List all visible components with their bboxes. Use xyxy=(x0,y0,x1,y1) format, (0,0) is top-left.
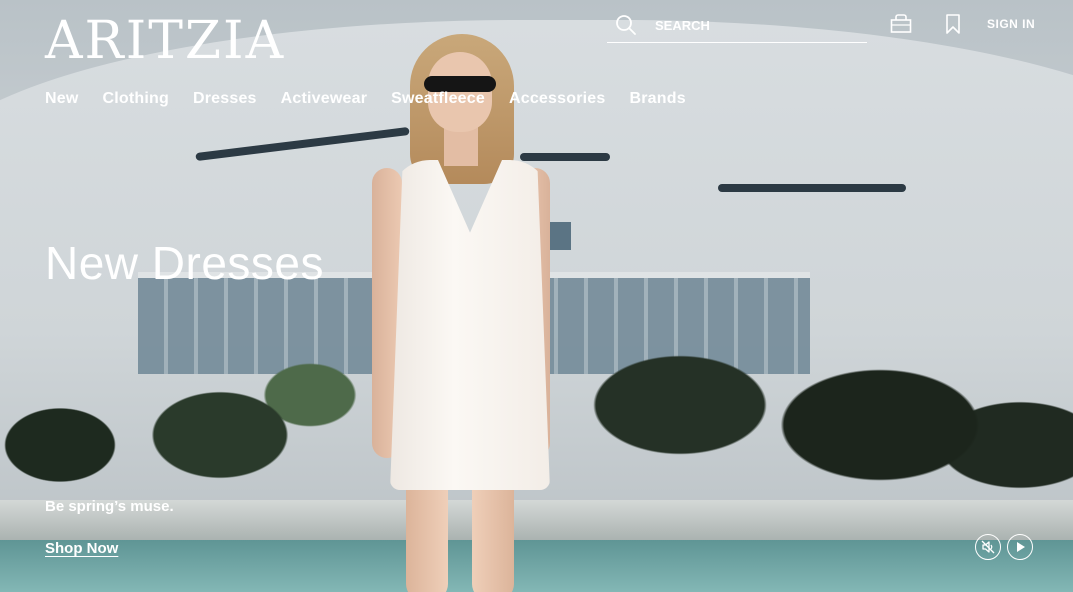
nav-item-dresses[interactable]: Dresses xyxy=(193,90,257,108)
shopping-bag-icon[interactable] xyxy=(889,12,913,36)
mute-icon[interactable] xyxy=(975,534,1001,560)
nav-item-accessories[interactable]: Accessories xyxy=(509,90,606,108)
building-slot xyxy=(718,184,906,192)
hero-model-image xyxy=(360,30,570,592)
hero-tagline: Be spring’s muse. xyxy=(45,498,174,515)
bookmark-icon[interactable] xyxy=(941,12,965,36)
nav-item-sweatfleece[interactable]: Sweatfleece xyxy=(391,90,485,108)
nav-item-activewear[interactable]: Activewear xyxy=(281,90,368,108)
shop-now-link[interactable]: Shop Now xyxy=(45,540,118,557)
brand-logo[interactable]: ARITZIA xyxy=(45,10,285,72)
nav-item-new[interactable]: New xyxy=(45,90,79,108)
model-dress xyxy=(390,160,550,490)
nav-item-clothing[interactable]: Clothing xyxy=(103,90,169,108)
main-nav: New Clothing Dresses Activewear Sweatfle… xyxy=(45,90,686,108)
search-input[interactable] xyxy=(653,16,837,34)
hero-headline: New Dresses xyxy=(45,237,325,289)
sign-in-link[interactable]: SIGN IN xyxy=(987,17,1035,31)
hero-banner: ARITZIA SIGN IN New Clothing Dresses Act… xyxy=(0,0,1073,592)
search-icon[interactable] xyxy=(615,14,637,36)
model-leg xyxy=(406,480,448,592)
play-icon[interactable] xyxy=(1007,534,1033,560)
model-neck xyxy=(444,126,478,166)
search-bar[interactable] xyxy=(607,8,867,43)
nav-item-brands[interactable]: Brands xyxy=(629,90,685,108)
model-leg xyxy=(472,480,514,592)
